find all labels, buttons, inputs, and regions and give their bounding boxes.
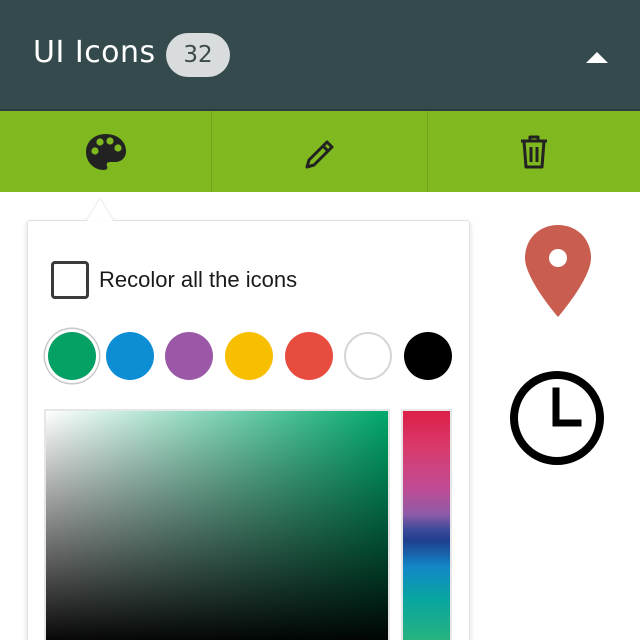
color-tool-button[interactable] [0, 111, 212, 192]
sv-black-layer [46, 411, 388, 640]
color-swatch-black[interactable] [404, 332, 452, 380]
collapse-button[interactable] [580, 40, 614, 74]
trash-icon [521, 135, 547, 168]
color-swatch-yellow[interactable] [225, 332, 273, 380]
popover-arrow [87, 199, 113, 221]
pencil-icon [305, 140, 333, 168]
color-swatch-blue[interactable] [106, 332, 154, 380]
color-swatch-red[interactable] [285, 332, 333, 380]
map-pin-icon [525, 225, 591, 317]
delete-tool-button[interactable] [428, 111, 640, 192]
panel-title: UI Icons [33, 35, 156, 70]
hue-slider[interactable] [401, 409, 452, 640]
toolbar [0, 111, 640, 192]
clock-icon [510, 371, 604, 465]
map-pin-icon-item[interactable] [522, 223, 594, 319]
recolor-all-checkbox[interactable] [51, 261, 89, 299]
edit-tool-button[interactable] [212, 111, 428, 192]
chevron-up-icon [586, 52, 608, 63]
recolor-all-label[interactable]: Recolor all the icons [99, 266, 297, 294]
color-swatch-white[interactable] [344, 332, 392, 380]
color-swatch-purple[interactable] [165, 332, 213, 380]
color-swatch-green[interactable] [48, 332, 96, 380]
palette-icon [85, 133, 126, 170]
clock-icon-item[interactable] [508, 369, 606, 467]
saturation-value-field[interactable] [44, 409, 390, 640]
icon-count-badge: 32 [166, 33, 230, 77]
panel-header: UI Icons 32 [0, 0, 640, 111]
